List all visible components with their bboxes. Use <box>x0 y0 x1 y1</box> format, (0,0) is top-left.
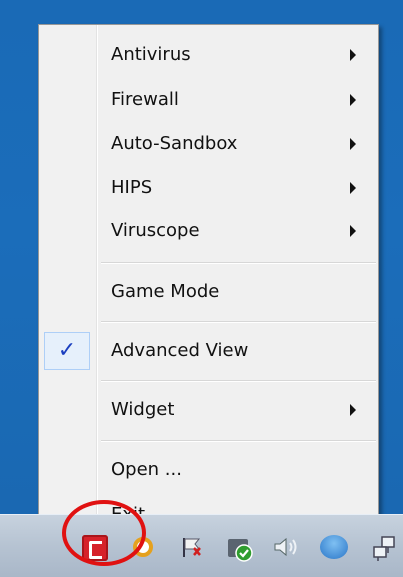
menu-item-auto-sandbox[interactable]: Auto-Sandbox <box>39 124 378 164</box>
checkmark-icon: ✓ <box>57 338 77 363</box>
menu-item-label: Advanced View <box>111 340 249 361</box>
submenu-arrow-icon <box>350 182 356 194</box>
menu-item-label: Open ... <box>111 459 182 480</box>
menu-separator <box>101 262 376 264</box>
menu-item-firewall[interactable]: Firewall <box>39 80 378 120</box>
menu-separator <box>101 380 376 382</box>
menu-item-label: Auto-Sandbox <box>111 133 238 154</box>
menu-separator <box>101 440 376 442</box>
menu-item-antivirus[interactable]: Antivirus <box>39 35 378 75</box>
cloud-icon[interactable] <box>320 535 348 559</box>
menu-item-viruscope[interactable]: Viruscope <box>39 211 378 251</box>
menu-item-game-mode[interactable]: Game Mode <box>39 272 378 312</box>
network-icon[interactable] <box>372 535 400 563</box>
submenu-arrow-icon <box>350 49 356 61</box>
submenu-arrow-icon <box>350 138 356 150</box>
menu-item-hips[interactable]: HIPS <box>39 168 378 208</box>
menu-item-advanced-view[interactable]: ✓ Advanced View <box>39 331 378 371</box>
submenu-arrow-icon <box>350 225 356 237</box>
shield-check-icon[interactable] <box>226 535 254 563</box>
menu-separator <box>101 321 376 323</box>
speaker-icon[interactable] <box>272 535 300 559</box>
menu-item-open[interactable]: Open ... <box>39 450 378 490</box>
menu-item-label: Antivirus <box>111 44 191 65</box>
tray-context-menu: Antivirus Firewall Auto-Sandbox HIPS Vir… <box>38 24 379 543</box>
menu-item-label: Widget <box>111 399 175 420</box>
check-box: ✓ <box>44 332 90 370</box>
menu-item-label: Game Mode <box>111 281 220 302</box>
submenu-arrow-icon <box>350 404 356 416</box>
menu-item-label: HIPS <box>111 177 153 198</box>
flag-icon[interactable] <box>180 535 204 559</box>
submenu-arrow-icon <box>350 94 356 106</box>
menu-item-widget[interactable]: Widget <box>39 390 378 430</box>
highlight-ring-annotation <box>62 500 146 566</box>
menu-item-label: Firewall <box>111 89 179 110</box>
menu-item-label: Viruscope <box>111 220 200 241</box>
taskbar <box>0 514 403 577</box>
